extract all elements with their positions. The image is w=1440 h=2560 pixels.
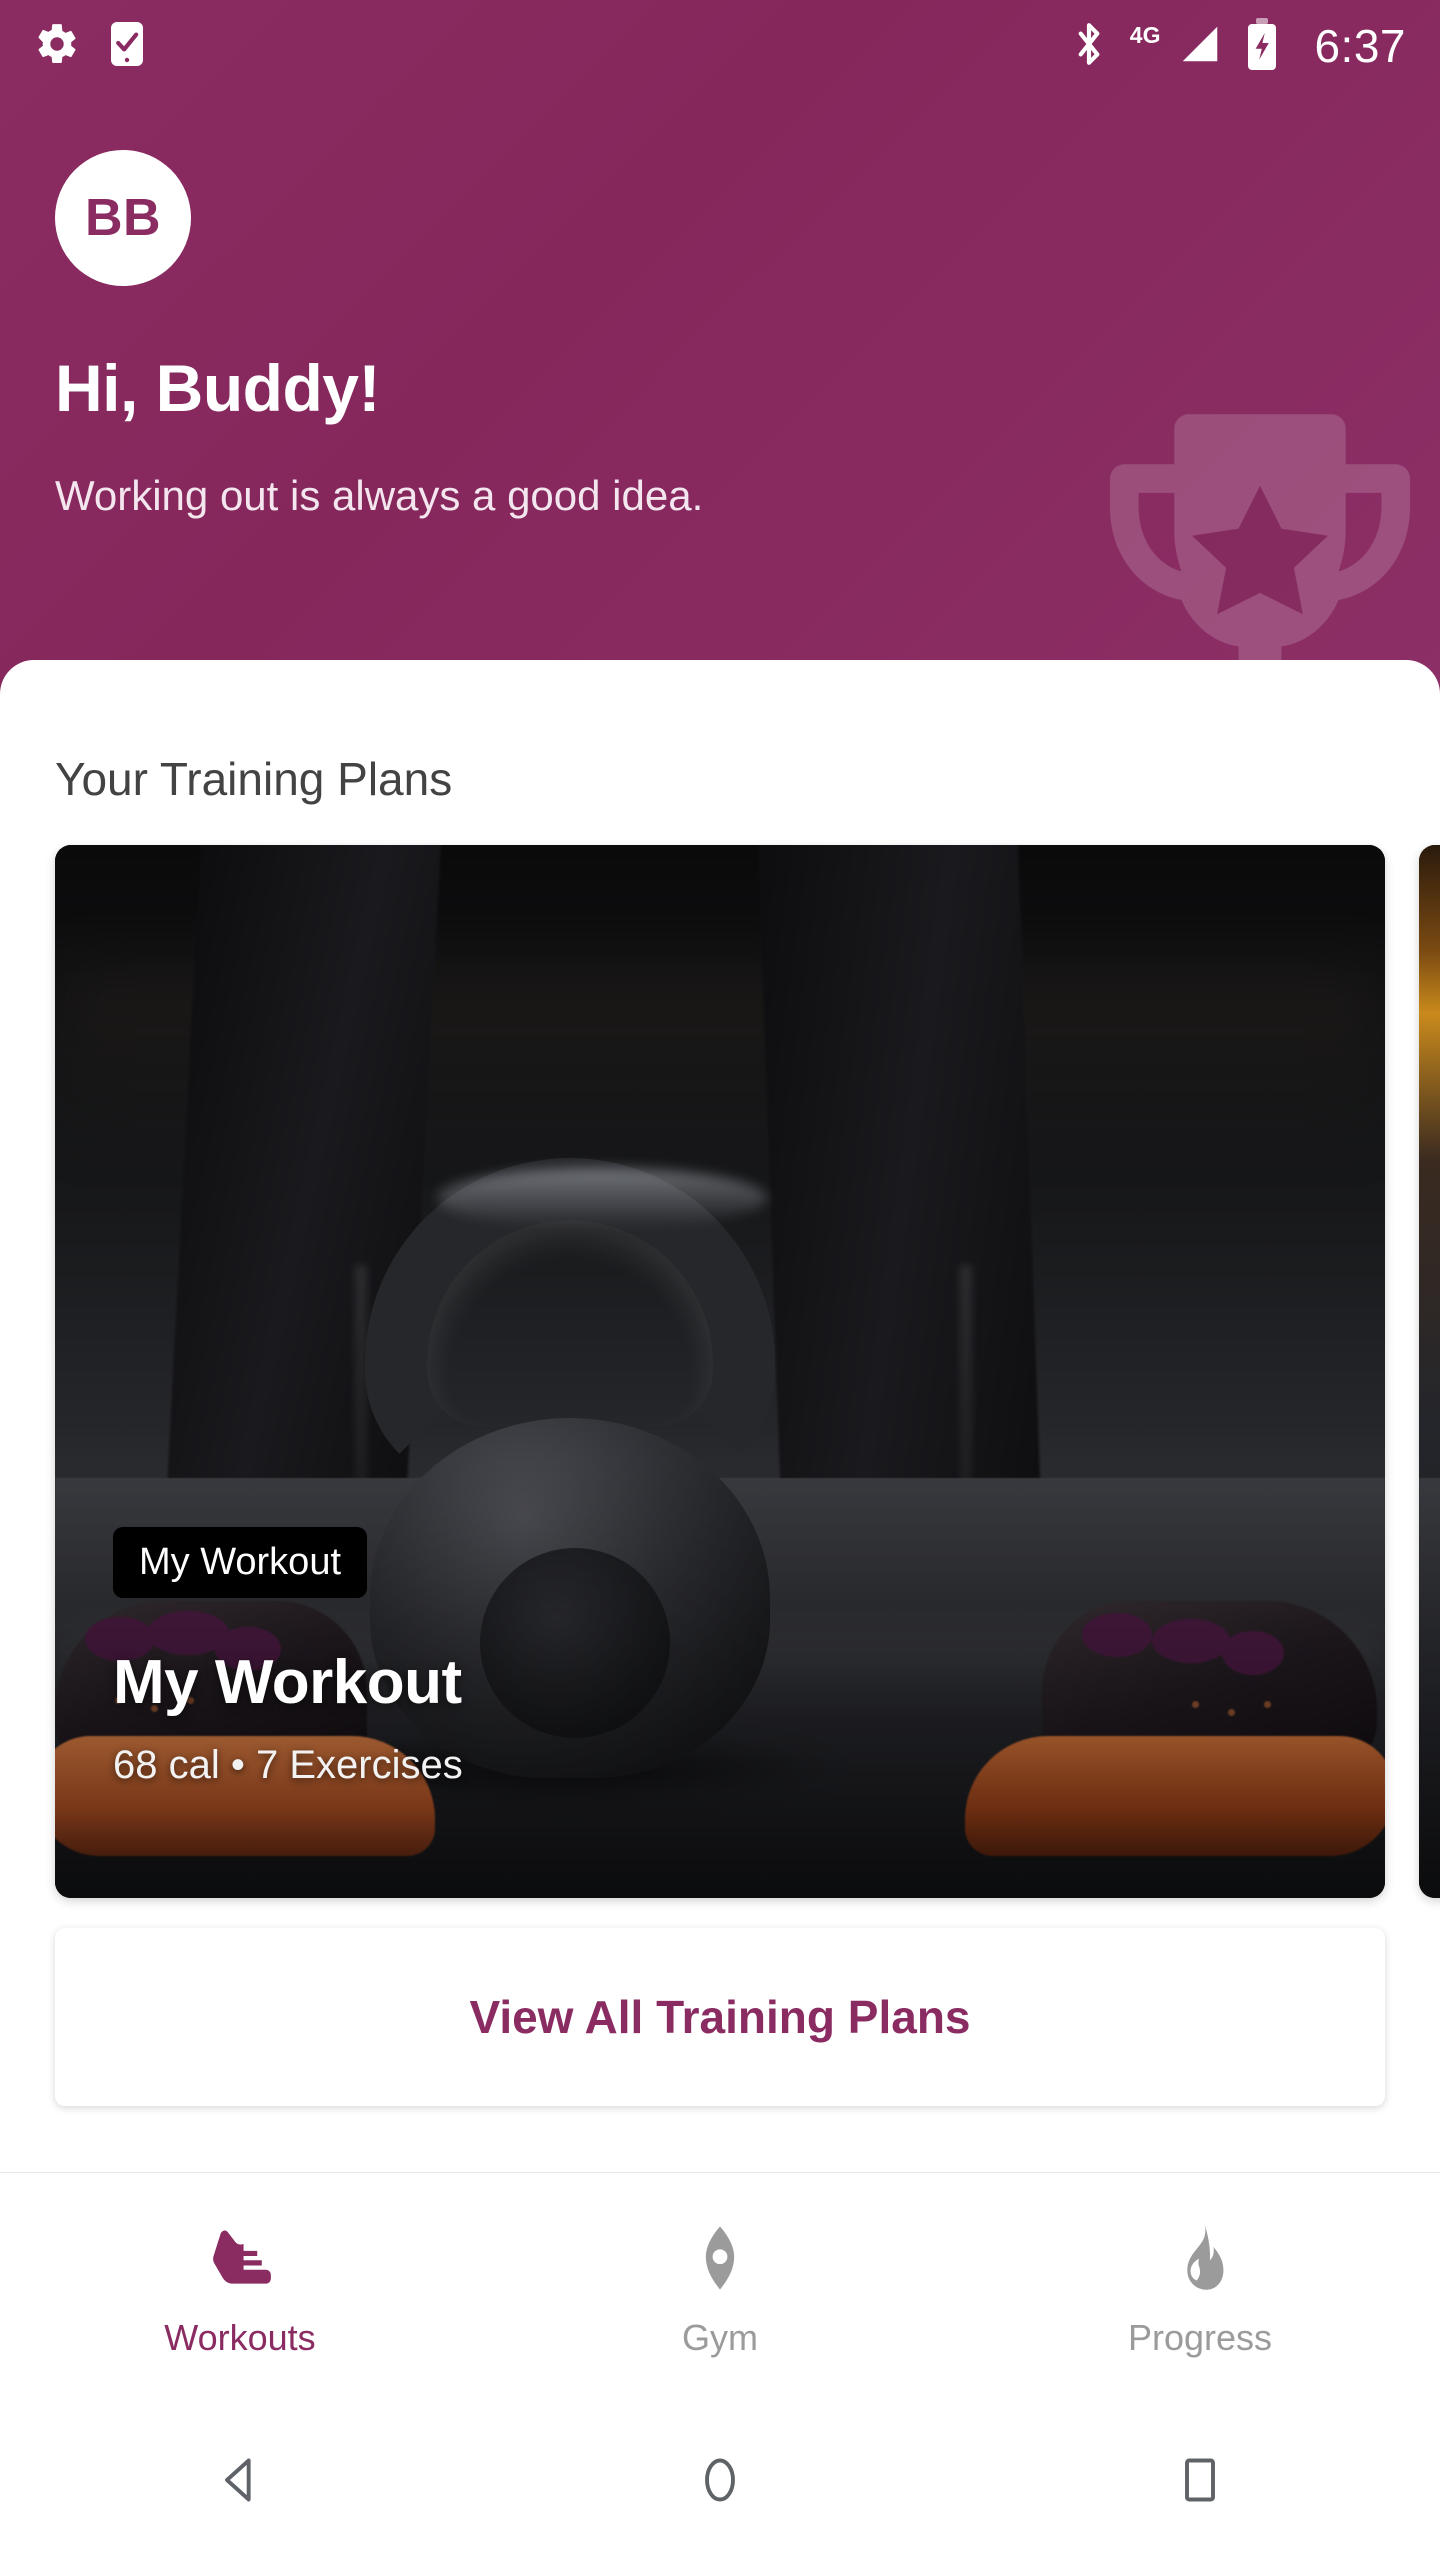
bottom-tab-bar: Workouts Gym Progress — [0, 2172, 1440, 2400]
tab-label-progress: Progress — [1127, 2316, 1273, 2358]
training-plans-carousel[interactable]: My Workout My Workout 68 cal • 7 Exercis… — [0, 845, 1440, 1898]
flame-icon — [1157, 2215, 1243, 2301]
signal-icon — [1176, 21, 1224, 72]
recents-button[interactable] — [960, 2454, 1440, 2506]
location-pin-icon — [677, 2215, 763, 2301]
greeting-subtitle: Working out is always a good idea. — [55, 472, 704, 519]
app-screen: 4G 6:37 BB Hi, Buddy! Working out is alw… — [0, 0, 1440, 2560]
plan-card-photo — [55, 845, 1385, 1898]
training-plan-card-next[interactable] — [1419, 845, 1440, 1898]
header-banner: 4G 6:37 BB Hi, Buddy! Working out is alw… — [0, 0, 1440, 700]
bluetooth-icon — [1070, 19, 1108, 74]
back-button[interactable] — [0, 2454, 480, 2506]
tab-label-workouts: Workouts — [164, 2316, 316, 2358]
training-plan-card[interactable]: My Workout My Workout 68 cal • 7 Exercis… — [55, 845, 1385, 1898]
content-sheet: Your Training Plans My Workout My Workou… — [0, 660, 1440, 2172]
tab-progress[interactable]: Progress — [960, 2215, 1440, 2359]
avatar[interactable]: BB — [55, 150, 191, 286]
greeting-title: Hi, Buddy! — [55, 351, 380, 425]
status-bar: 4G 6:37 — [0, 0, 1440, 92]
plan-subtitle: 68 cal • 7 Exercises — [113, 1743, 463, 1787]
view-all-label: View All Training Plans — [469, 1991, 971, 2043]
clock-time: 6:37 — [1314, 20, 1406, 72]
tab-gym[interactable]: Gym — [480, 2215, 960, 2359]
phone-check-icon — [106, 20, 148, 73]
network-type-label: 4G — [1129, 21, 1161, 48]
plan-badge: My Workout — [113, 1527, 368, 1598]
tab-label-gym: Gym — [682, 2316, 758, 2358]
sneaker-icon — [197, 2215, 283, 2301]
plan-title: My Workout — [113, 1648, 462, 1717]
trophy-icon — [1070, 400, 1440, 700]
tab-workouts[interactable]: Workouts — [0, 2215, 480, 2359]
battery-charging-icon — [1246, 17, 1278, 75]
page-title: Your Training Plans — [55, 753, 453, 805]
plan-card-photo-next — [1419, 845, 1440, 1898]
home-button[interactable] — [480, 2454, 960, 2506]
system-navigation-bar — [0, 2400, 1440, 2560]
view-all-training-plans-button[interactable]: View All Training Plans — [55, 1928, 1385, 2106]
avatar-initials: BB — [84, 189, 162, 247]
gear-icon — [34, 21, 80, 72]
